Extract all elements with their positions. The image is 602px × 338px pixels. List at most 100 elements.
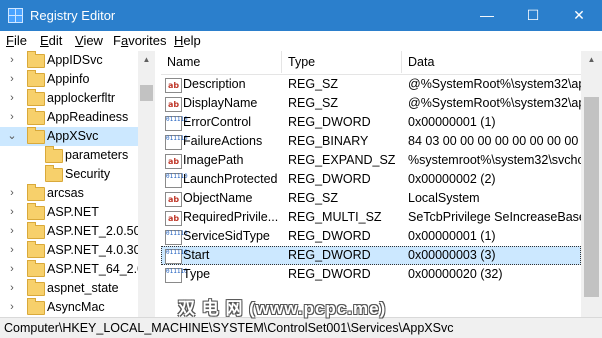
string-value-icon: ab [165,211,182,226]
value-name: Type [183,267,211,281]
value-type: REG_DWORD [288,248,371,262]
scroll-up-arrow-icon[interactable]: ▲ [583,51,600,68]
value-row[interactable]: ab ImagePath REG_EXPAND_SZ %systemroot%\sys… [161,151,582,170]
value-name: DisplayName [183,96,258,110]
value-row[interactable]: ab ObjectName REG_SZ LocalSystem [161,189,581,208]
tree-node-label: ASP.NET [47,205,99,219]
tree-node[interactable]: › ASP.NET [0,203,140,222]
expand-chevron-icon[interactable]: › [6,241,18,260]
value-name: ImagePath [183,153,244,167]
minimize-button[interactable]: — [464,0,510,31]
expand-chevron-icon[interactable]: › [6,298,18,317]
expand-chevron-icon[interactable]: › [6,184,18,203]
tree-node[interactable]: › ASP.NET_64_2.0.5 [0,260,154,279]
column-header-type[interactable]: Type [288,55,315,69]
tree-scrollbar[interactable]: ▲ [138,51,155,317]
tree-node-label: applockerfltr [47,91,116,105]
binary-value-icon: 011110 [165,268,188,283]
value-type: REG_DWORD [288,229,371,243]
watermark: 双 电 网 (www.pcpc.me) [178,299,387,318]
maximize-button[interactable]: ☐ [510,0,556,31]
tree-node[interactable]: › AsyncMac [0,298,140,317]
folder-icon [27,127,45,144]
tree-node-label: AppReadiness [47,110,129,124]
folder-icon [27,222,45,239]
folder-icon [45,165,63,182]
menu-help[interactable]: Help [174,33,201,48]
tree-node[interactable]: › AppReadiness [0,108,140,127]
expand-chevron-icon[interactable]: › [6,89,18,108]
folder-icon [27,203,45,220]
value-row[interactable]: ab RequiredPrivile... REG_MULTI_SZ SeTcbPri… [161,208,582,227]
expand-chevron-icon[interactable]: › [6,108,18,127]
tree-node-label: AppIDSvc [47,53,103,67]
close-button[interactable]: ✕ [556,0,602,31]
column-divider[interactable] [281,51,282,73]
value-type: REG_BINARY [288,134,369,148]
list-header: Name Type Data [161,51,602,75]
expand-chevron-icon[interactable]: › [6,203,18,222]
value-type: REG_DWORD [288,172,371,186]
value-name: Start [183,248,210,262]
registry-editor-window: Registry Editor — ☐ ✕ File Edit View Fav… [0,0,602,338]
binary-value-icon: 011110 [165,135,188,150]
tree-node[interactable]: › aspnet_state [0,279,140,298]
tree-scroll-thumb[interactable] [140,85,153,101]
value-row[interactable]: ab DisplayName REG_SZ @%SystemRoot%\system3… [161,94,582,113]
tree-node-label: AppXSvc [47,129,99,143]
expand-chevron-icon[interactable]: › [6,260,18,279]
value-row[interactable]: 011110 FailureActions REG_BINARY 84 03 00 0… [161,132,582,151]
value-type: REG_SZ [288,77,339,91]
scroll-up-arrow-icon[interactable]: ▲ [138,51,155,68]
menu-view[interactable]: View [75,33,103,48]
value-name: FailureActions [183,134,263,148]
menu-favorites[interactable]: Favorites [113,33,166,48]
tree-node[interactable]: › AppIDSvc [0,51,140,70]
list-scroll-thumb[interactable] [584,97,599,297]
value-type: REG_SZ [288,96,339,110]
string-value-icon: ab [165,78,182,93]
folder-icon [45,146,63,163]
expand-chevron-icon[interactable]: › [6,279,18,298]
column-header-data[interactable]: Data [408,55,434,69]
value-name: RequiredPrivile... [183,210,279,224]
menu-edit[interactable]: Edit [40,33,62,48]
title-bar: Registry Editor — ☐ ✕ [0,0,602,31]
value-data: 0x00000001 (1) [408,229,496,243]
values-list-pane[interactable]: Name Type Data ab Description REG_SZ @%Syst… [161,51,602,317]
tree-node[interactable]: › arcsas [0,184,140,203]
value-name: LaunchProtected [183,172,278,186]
value-row[interactable]: ab Description REG_SZ @%SystemRoot%\system3… [161,75,582,94]
list-scrollbar[interactable]: ▲ [581,51,602,317]
key-tree-pane[interactable]: › AppIDSvc › Appinfo › applockerfltr › AppReadi… [0,51,155,317]
expand-chevron-icon[interactable]: › [6,51,18,70]
tree-node[interactable]: › applockerfltr [0,89,140,108]
string-value-icon: ab [165,97,182,112]
tree-node[interactable]: Security [0,165,140,184]
menu-file[interactable]: File [6,33,27,48]
value-row[interactable]: 011110 ServiceSidType REG_DWORD 0x00000001 … [161,227,581,246]
column-header-name[interactable]: Name [167,55,200,69]
expand-chevron-icon[interactable]: › [6,70,18,89]
value-row[interactable]: 011110 Start REG_DWORD 0x00000003 (3) [161,246,581,265]
tree-node-label: aspnet_state [47,281,119,295]
tree-node[interactable]: ⌄ AppXSvc [0,127,140,146]
tree-node-label: Appinfo [47,72,90,86]
tree-node[interactable]: › ASP.NET_2.0.5072 [0,222,154,241]
tree-node[interactable]: › Appinfo [0,70,140,89]
column-divider[interactable] [401,51,402,73]
expand-chevron-icon[interactable]: › [6,222,18,241]
value-type: REG_DWORD [288,267,371,281]
tree-node[interactable]: › ASP.NET_4.0.3031 [0,241,154,260]
collapse-chevron-icon[interactable]: ⌄ [6,127,18,146]
folder-icon [27,279,45,296]
string-value-icon: ab [165,192,182,207]
folder-icon [27,184,45,201]
value-row[interactable]: 011110 LaunchProtected REG_DWORD 0x00000002… [161,170,581,189]
value-row[interactable]: 011110 ErrorControl REG_DWORD 0x00000001 (1… [161,113,581,132]
tree-node[interactable]: parameters [0,146,140,165]
binary-value-icon: 011110 [165,173,188,188]
value-type: REG_SZ [288,191,339,205]
string-value-icon: ab [165,154,182,169]
value-row[interactable]: 011110 Type REG_DWORD 0x00000020 (32) [161,265,581,284]
